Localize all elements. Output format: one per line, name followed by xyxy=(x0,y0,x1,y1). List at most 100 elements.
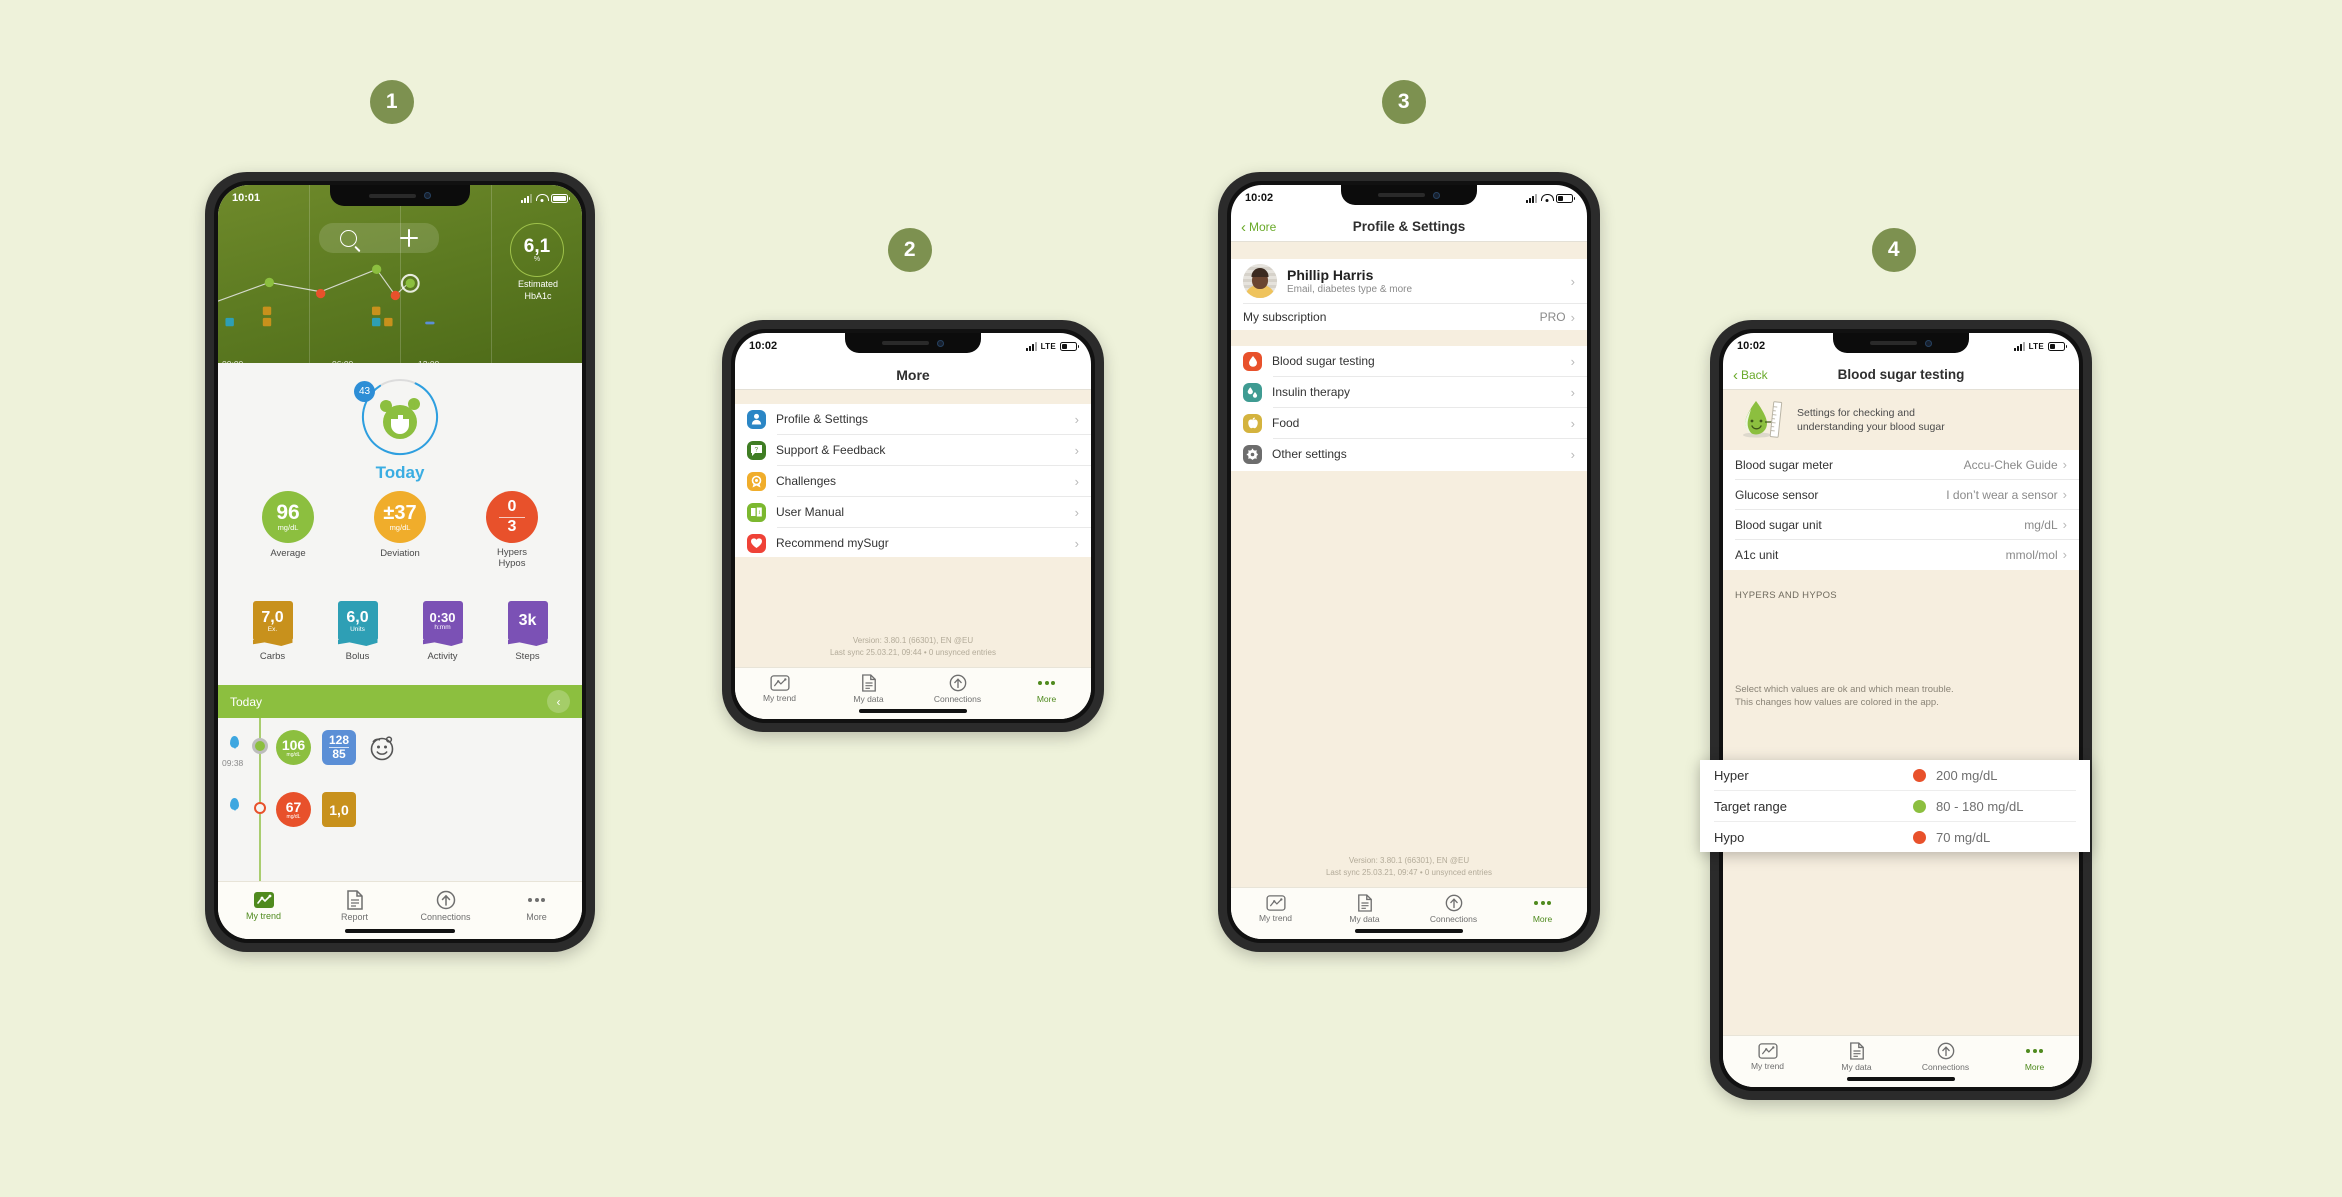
search-icon[interactable] xyxy=(340,229,358,247)
tab-label: My trend xyxy=(1750,1060,1785,1071)
person-icon xyxy=(747,409,766,429)
timeline-header-label: Today xyxy=(230,694,263,709)
tab-label: Connections xyxy=(933,693,982,704)
bg-unit: mg/dL xyxy=(286,751,301,758)
plus-icon[interactable] xyxy=(399,229,418,247)
status-time: 10:02 xyxy=(1245,192,1274,204)
banner-text: Settings for checking and understanding … xyxy=(1797,406,1945,434)
menu-item-user-manual[interactable]: i User Manual › xyxy=(735,497,1091,527)
tab-my-data[interactable]: My data xyxy=(824,668,913,709)
tab-connections[interactable]: Connections xyxy=(400,882,491,929)
status-time: 10:02 xyxy=(749,340,778,352)
stat-hypers-value: 0 xyxy=(507,497,517,515)
more-dots-icon xyxy=(2026,1042,2043,1060)
setting-row-blood-sugar-meter[interactable]: Blood sugar meter Accu-Chek Guide › xyxy=(1723,450,2079,479)
timeline-header-bar: Today ‹ xyxy=(218,685,582,718)
tab-my-trend[interactable]: My trend xyxy=(1231,888,1320,929)
chevron-right-icon: › xyxy=(2062,547,2067,562)
tile-activity[interactable]: 0:30 h:mm Activity xyxy=(422,601,463,685)
menu-item-support-feedback[interactable]: ? Support & Feedback › xyxy=(735,435,1091,465)
tab-more[interactable]: More xyxy=(1002,668,1091,709)
profile-row[interactable]: Phillip Harris Email, diabetes type & mo… xyxy=(1231,259,1587,303)
chevron-right-icon: › xyxy=(1074,504,1079,520)
carbs-bubble: 1,0 xyxy=(322,792,356,827)
setting-label: A1c unit xyxy=(1735,547,1779,562)
menu-item-label: Recommend mySugr xyxy=(776,536,889,550)
more-menu-list: Profile & Settings › ? Support & Feedbac… xyxy=(735,404,1091,559)
callout-row-hyper[interactable]: Hyper 200 mg/dL xyxy=(1700,760,2090,790)
setting-row-glucose-sensor[interactable]: Glucose sensor I don’t wear a sensor › xyxy=(1723,480,2079,509)
timeline-entry[interactable]: 67 mg/dL 1,0 xyxy=(218,790,582,844)
hba1c-ring[interactable]: 6,1 % xyxy=(510,223,564,277)
phone-1-screen: 10:01 6,1 % Estimated HbA1c 43 Today 96 … xyxy=(218,185,582,939)
tab-my-data[interactable]: My data xyxy=(1812,1036,1901,1077)
subscription-row[interactable]: My subscription PRO › xyxy=(1231,304,1587,330)
timeline-bg-value: 106 mg/dL xyxy=(276,730,311,765)
menu-item-recommend-mysugr[interactable]: Recommend mySugr › xyxy=(735,528,1091,558)
setting-row-blood-sugar-unit[interactable]: Blood sugar unit mg/dL › xyxy=(1723,510,2079,539)
bp-diastolic: 85 xyxy=(332,747,346,761)
settings-item-other-settings[interactable]: Other settings › xyxy=(1231,439,1587,469)
settings-item-food[interactable]: Food › xyxy=(1231,408,1587,438)
back-button[interactable]: ‹ Back xyxy=(1733,361,1768,389)
settings-item-blood-sugar-testing[interactable]: Blood sugar testing › xyxy=(1231,346,1587,376)
tab-label: My trend xyxy=(1258,912,1293,923)
notch xyxy=(1833,333,1969,353)
menu-item-profile-settings[interactable]: Profile & Settings › xyxy=(735,404,1091,434)
settings-list: Blood sugar testing › Insulin therapy › xyxy=(1231,346,1587,469)
tab-more[interactable]: More xyxy=(1498,888,1587,929)
tab-connections[interactable]: Connections xyxy=(1901,1036,1990,1077)
help-line2: This changes how values are colored in t… xyxy=(1735,697,1939,708)
tab-more[interactable]: More xyxy=(491,882,582,929)
home-indicator xyxy=(345,929,455,933)
blood-drop-icon xyxy=(1243,351,1262,371)
tab-my-data[interactable]: My data xyxy=(1320,888,1409,929)
timeline-entry[interactable]: 09:38 106 mg/dL 128 85 xyxy=(218,728,582,782)
drop-ruler-icon xyxy=(1737,395,1791,446)
tab-my-trend[interactable]: My trend xyxy=(1723,1036,1812,1077)
svg-text:?: ? xyxy=(754,446,758,453)
tab-report[interactable]: Report xyxy=(309,882,400,929)
tab-connections[interactable]: Connections xyxy=(1409,888,1498,929)
callout-value: 200 mg/dL xyxy=(1936,767,1998,783)
hba1c-value: 6,1 xyxy=(523,236,551,257)
tile-steps[interactable]: 3k Steps xyxy=(507,601,548,685)
tab-more[interactable]: More xyxy=(1990,1036,2079,1077)
stat-hypers-hypos[interactable]: 0 3 Hypers Hypos xyxy=(486,491,538,569)
tile-bolus[interactable]: 6,0 Units Bolus xyxy=(337,601,378,685)
chevron-right-icon: › xyxy=(1074,411,1079,427)
hba1c-label-line1: Estimated xyxy=(517,279,559,289)
timeline-node xyxy=(252,738,268,754)
help-line1: Select which values are ok and which mea… xyxy=(1735,684,1954,695)
tab-connections[interactable]: Connections xyxy=(913,668,1002,709)
callout-row-target-range[interactable]: Target range 80 - 180 mg/dL xyxy=(1700,791,2090,821)
setting-row-a1c-unit[interactable]: A1c unit mmol/mol › xyxy=(1723,540,2079,569)
section-spacer xyxy=(1231,242,1587,259)
stat-value: ±37 xyxy=(383,501,417,524)
bg-value: 67 xyxy=(285,798,302,815)
callout-row-hypo[interactable]: Hypo 70 mg/dL xyxy=(1700,822,2090,852)
chevron-right-icon: › xyxy=(2062,517,2067,532)
notch xyxy=(330,185,470,206)
step-badge-1: 1 xyxy=(370,80,414,124)
tab-my-trend[interactable]: My trend xyxy=(735,668,824,709)
tab-my-trend[interactable]: My trend xyxy=(218,882,309,929)
timeline-prev-button[interactable]: ‹ xyxy=(547,690,570,713)
menu-item-challenges[interactable]: Challenges › xyxy=(735,466,1091,496)
settings-item-insulin-therapy[interactable]: Insulin therapy › xyxy=(1231,377,1587,407)
menu-item-label: Profile & Settings xyxy=(776,412,869,426)
back-button[interactable]: ‹ More xyxy=(1241,213,1276,241)
insulin-drops-icon xyxy=(1243,382,1262,402)
today-monster-ring[interactable]: 43 xyxy=(354,377,440,457)
tile-value: 0:30 xyxy=(429,610,456,625)
step-badge-label: 4 xyxy=(1887,238,1901,261)
stat-deviation[interactable]: ±37 mg/dL Deviation xyxy=(374,491,426,569)
stat-average[interactable]: 96 mg/dL Average xyxy=(262,491,314,569)
chevron-right-icon: › xyxy=(1074,473,1079,489)
wifi-icon xyxy=(536,193,549,203)
tile-carbs[interactable]: 7,0 Ex. Carbs xyxy=(252,601,293,685)
trend-hero: 10:01 6,1 % Estimated HbA1c xyxy=(218,185,582,369)
report-icon xyxy=(346,889,364,910)
banner-line1: Settings for checking and xyxy=(1797,407,1915,419)
tab-label: Connections xyxy=(1921,1061,1970,1072)
